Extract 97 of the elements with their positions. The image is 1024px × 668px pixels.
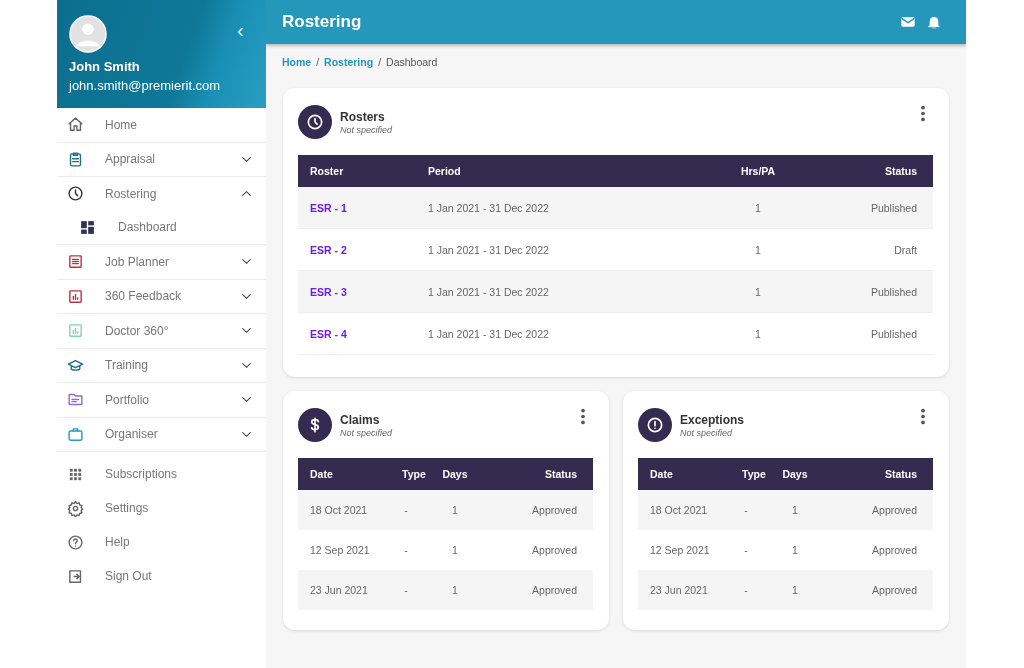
sidebar-item[interactable]: 360 Feedback (57, 279, 266, 313)
roster-link[interactable]: ESR - 3 (298, 285, 416, 298)
card-title: Rosters (340, 109, 386, 124)
dashboard-icon (79, 218, 96, 236)
bar-chart-icon (67, 287, 84, 305)
table-cell-text: 1 Jan 2021 - 31 Dec 2022 (427, 201, 550, 214)
sidebar-item[interactable]: Sign Out (57, 559, 266, 593)
table-cell-text: 1 Jan 2021 - 31 Dec 2022 (427, 327, 550, 340)
sign-out-icon (67, 567, 84, 585)
sidebar-item[interactable]: Home (57, 108, 266, 142)
clock-icon (67, 185, 84, 203)
settings-icon (67, 499, 84, 517)
breadcrumb-separator: / (378, 56, 382, 68)
sidebar-item[interactable]: Subscriptions (57, 457, 266, 491)
table-cell-text: 1 (451, 584, 459, 596)
sidebar-item[interactable]: Rostering (57, 177, 266, 211)
column-header: Status (543, 468, 578, 480)
table-cell-text: 18 Oct 2021 (309, 504, 369, 516)
table-cell-text: 1 Jan 2021 - 31 Dec 2022 (427, 285, 550, 298)
collapse-button[interactable]: ‹ (233, 20, 248, 40)
table-cell-text: 1 (791, 504, 799, 516)
clipboard-icon (67, 150, 84, 168)
sidebar-item[interactable]: Portfolio (57, 383, 266, 417)
more-options-icon[interactable] (920, 408, 926, 425)
table-cell-text: - (403, 504, 409, 516)
table-cell-text: 1 (451, 504, 459, 516)
column-header: Period (427, 165, 462, 177)
table-cell-text: Approved (871, 584, 918, 596)
table-cell-text: Approved (531, 504, 578, 516)
column-header: Hrs/PA (739, 165, 777, 177)
table-cell-text: 23 Jun 2021 (649, 584, 709, 596)
table-cell-text: 1 (754, 327, 762, 340)
help-icon (67, 533, 84, 551)
column-header: Date (649, 468, 674, 480)
card-title: Exceptions (680, 412, 746, 427)
list-icon (67, 253, 84, 271)
breadcrumb-link[interactable]: Rostering (324, 56, 374, 68)
table-cell-text: - (403, 584, 409, 596)
table-cell-text: Published (869, 327, 918, 340)
avatar-icon (69, 15, 107, 53)
card-subtitle: Not specified (340, 124, 394, 135)
table-cell-text: Published (869, 285, 918, 298)
table-cell-text: 12 Sep 2021 (309, 544, 371, 556)
table-cell-text: 1 (791, 584, 799, 596)
sidebar-item[interactable]: Settings (57, 491, 266, 525)
breadcrumb-current: Dashboard (386, 56, 438, 68)
sidebar-item[interactable]: Help (57, 525, 266, 559)
table-cell-text: 1 (791, 544, 799, 556)
breadcrumb-separator: / (316, 56, 320, 68)
sidebar-subitem[interactable]: Dashboard (57, 210, 266, 244)
page-title: Rostering (282, 12, 362, 32)
user-email: john.smith@premierit.com (69, 78, 222, 93)
table-cell-text: Approved (531, 544, 578, 556)
bell-icon[interactable] (926, 14, 942, 30)
briefcase-icon (67, 425, 84, 443)
breadcrumb-link[interactable]: Home (282, 56, 312, 68)
sidebar-item[interactable]: Organiser (57, 417, 266, 451)
home-icon (67, 116, 84, 134)
table-cell-text: Draft (893, 243, 918, 256)
sidebar-item[interactable]: Training (57, 348, 266, 382)
column-header: Status (883, 165, 918, 177)
card-title: Claims (340, 412, 381, 427)
sidebar-item[interactable]: Job Planner (57, 245, 266, 279)
roster-link[interactable]: ESR - 2 (298, 243, 416, 256)
table-cell-text: Published (869, 201, 918, 214)
user-name: John Smith (69, 59, 141, 74)
clock-badge-icon (298, 105, 332, 139)
more-options-icon[interactable] (580, 408, 586, 425)
table-cell-text: - (743, 584, 749, 596)
mail-icon[interactable] (900, 14, 916, 30)
column-header: Date (309, 468, 334, 480)
table-cell-text: 1 (754, 285, 762, 298)
table-cell-text: 1 Jan 2021 - 31 Dec 2022 (427, 243, 550, 256)
table-cell-text: Approved (871, 544, 918, 556)
bar-chart-icon (67, 322, 84, 340)
card-subtitle: Not specified (340, 427, 394, 438)
dollar-badge-icon (298, 408, 332, 442)
table-cell-text: - (403, 544, 409, 556)
table-cell-text: Approved (531, 584, 578, 596)
table-cell-text: 1 (451, 544, 459, 556)
table-cell-text: 1 (754, 243, 762, 256)
table-cell-text: - (743, 544, 749, 556)
sidebar-item[interactable]: Doctor 360° (57, 314, 266, 348)
table-cell-text: Approved (871, 504, 918, 516)
column-header: Status (883, 468, 918, 480)
column-header: Roster (309, 165, 345, 177)
card-subtitle: Not specified (680, 427, 734, 438)
table-cell-text: - (743, 504, 749, 516)
alert-badge-icon (638, 408, 672, 442)
table-cell-text: 23 Jun 2021 (309, 584, 369, 596)
roster-link[interactable]: ESR - 1 (298, 201, 416, 214)
more-options-icon[interactable] (920, 105, 926, 122)
table-cell-text: 18 Oct 2021 (649, 504, 709, 516)
sidebar-item[interactable]: Appraisal (57, 142, 266, 176)
table-cell-text: 1 (754, 201, 762, 214)
roster-link[interactable]: ESR - 4 (298, 327, 416, 340)
table-cell-text: 12 Sep 2021 (649, 544, 711, 556)
